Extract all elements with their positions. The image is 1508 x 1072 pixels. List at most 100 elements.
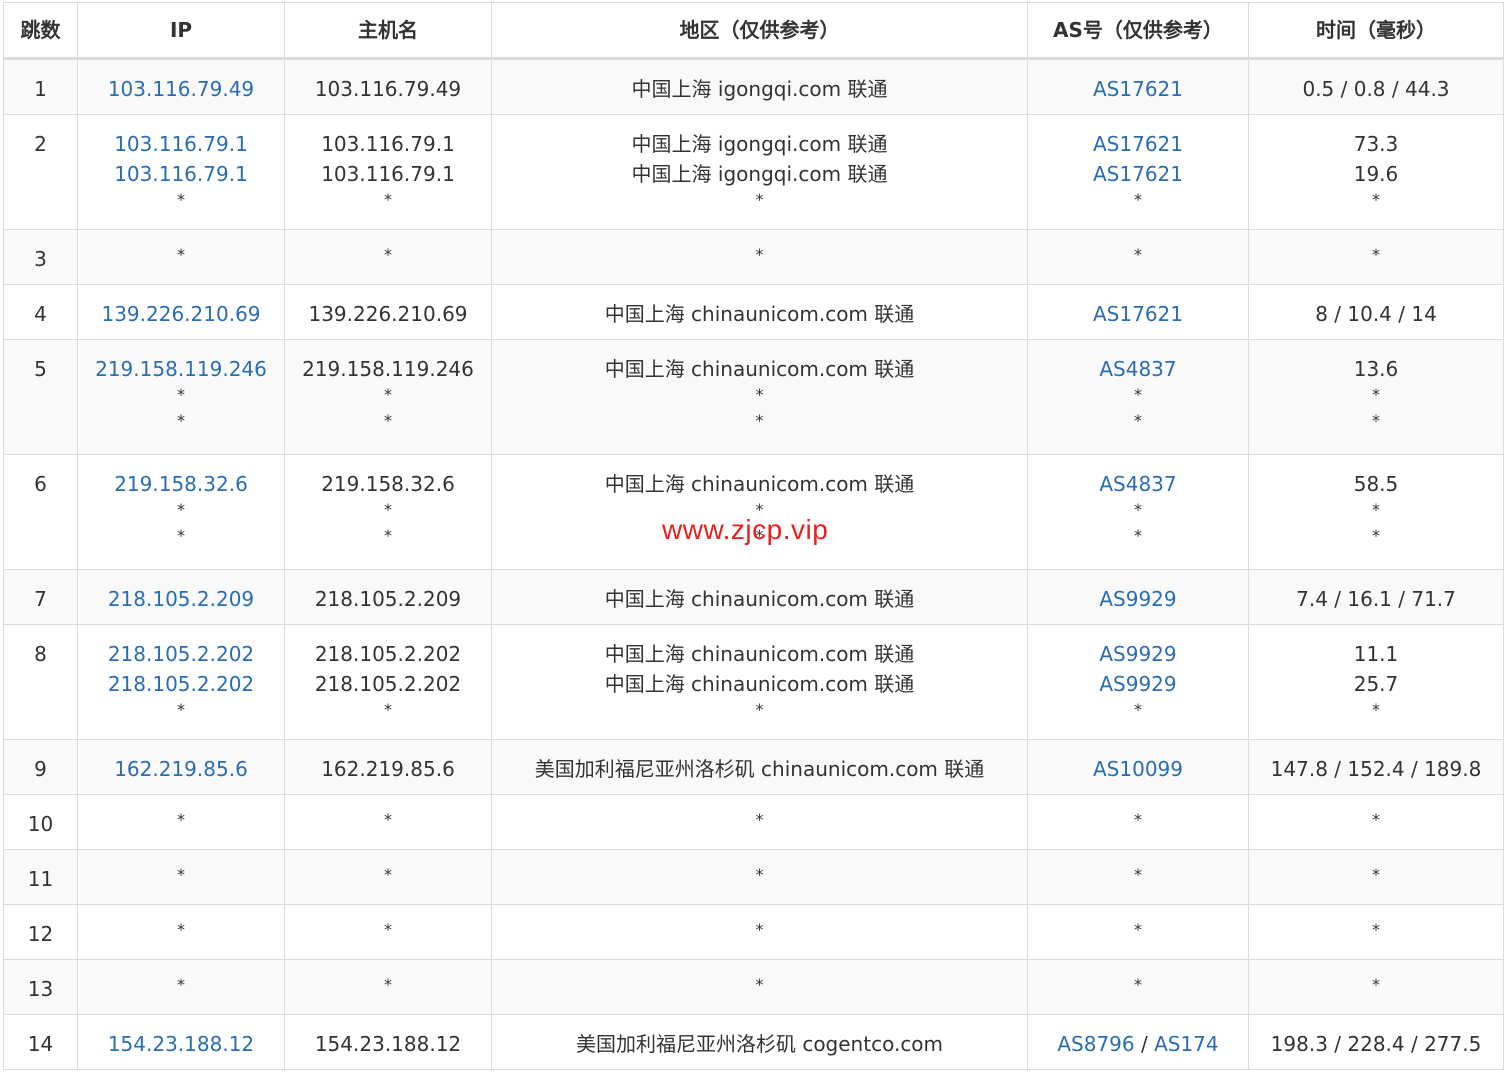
as-cell: AS17621 [1027, 284, 1249, 340]
hop-cell: 12 [3, 904, 78, 960]
time-cell: 13.6 * * [1248, 339, 1504, 455]
ip-cell: 139.226.210.69 [77, 284, 285, 340]
table-row: 8 218.105.2.202 218.105.2.202 * 218.105.2.20… [3, 624, 1504, 740]
hostname-cell: * [284, 959, 492, 1015]
as-cell: * [1027, 904, 1249, 960]
ip-link[interactable]: 154.23.188.12 [108, 1032, 254, 1056]
region-value: * [755, 245, 764, 264]
ip-line: 103.116.79.1 [79, 159, 284, 189]
time-value: * [1372, 526, 1380, 545]
region-value: * [755, 920, 764, 939]
region-cell: * [491, 794, 1028, 850]
ip-line: 103.116.79.49 [79, 74, 284, 104]
as-line: * [1029, 809, 1248, 835]
as-line: AS17621 [1029, 129, 1248, 159]
ip-value: * [177, 700, 185, 719]
ip-link[interactable]: 103.116.79.1 [114, 162, 248, 186]
region-cell: 中国上海 chinaunicom.com 联通 [491, 569, 1028, 625]
as-line: * [1029, 410, 1248, 436]
as-link[interactable]: AS10099 [1093, 757, 1183, 781]
as-line: AS4837 [1029, 469, 1248, 499]
as-link[interactable]: AS8796 [1057, 1032, 1134, 1056]
region-value: 中国上海 chinaunicom.com 联通 [604, 472, 915, 496]
ip-link[interactable]: 103.116.79.1 [114, 132, 248, 156]
time-value: * [1372, 500, 1380, 519]
ip-value: * [177, 810, 185, 829]
as-link[interactable]: AS9929 [1099, 642, 1176, 666]
hop-cell: 13 [3, 959, 78, 1015]
ip-link[interactable]: 219.158.32.6 [114, 472, 248, 496]
hop-cell: 7 [3, 569, 78, 625]
as-link[interactable]: AS4837 [1099, 357, 1176, 381]
ip-link[interactable]: 218.105.2.202 [108, 642, 254, 666]
region-value: 中国上海 chinaunicom.com 联通 [604, 672, 915, 696]
hostname-value: * [384, 500, 392, 519]
as-link[interactable]: AS4837 [1099, 472, 1176, 496]
hostname-cell: 154.23.188.12 [284, 1014, 492, 1070]
hop-number: 13 [27, 977, 54, 1001]
hostname-value: 218.105.2.202 [314, 672, 462, 696]
as-link[interactable]: AS174 [1154, 1032, 1219, 1056]
ip-link[interactable]: 103.116.79.49 [108, 77, 254, 101]
ip-value: * [177, 385, 185, 404]
hop-number: 9 [34, 757, 47, 781]
as-link[interactable]: AS9929 [1099, 672, 1176, 696]
ip-cell: 162.219.85.6 [77, 739, 285, 795]
as-link[interactable]: AS17621 [1093, 77, 1183, 101]
hop-number: 3 [34, 247, 47, 271]
as-value: * [1134, 385, 1142, 404]
ip-link[interactable]: 218.105.2.209 [108, 587, 254, 611]
hostname-cell: 219.158.119.246 * * [284, 339, 492, 455]
as-cell: AS9929 AS9929 * [1027, 624, 1249, 740]
region-cell: * [491, 849, 1028, 905]
hostname-cell: 139.226.210.69 [284, 284, 492, 340]
time-value: 11.1 [1353, 642, 1399, 666]
hostname-value: * [384, 526, 392, 545]
hop-cell: 8 [3, 624, 78, 740]
time-cell: * [1248, 229, 1504, 285]
as-line: * [1029, 919, 1248, 945]
as-link[interactable]: AS9929 [1099, 587, 1176, 611]
time-value: 198.3 / 228.4 / 277.5 [1270, 1032, 1482, 1056]
region-cell: 中国上海 chinaunicom.com 联通 中国上海 chinaunicom.… [491, 624, 1028, 740]
as-link[interactable]: AS17621 [1093, 302, 1183, 326]
as-value: * [1134, 190, 1142, 209]
ip-cell: * [77, 959, 285, 1015]
as-link[interactable]: AS17621 [1093, 132, 1183, 156]
region-value: * [755, 385, 764, 404]
time-value: 7.4 / 16.1 / 71.7 [1296, 587, 1456, 611]
ip-link[interactable]: 139.226.210.69 [101, 302, 260, 326]
table-row: 5 219.158.119.246 * * 219.158.119.246 * * 中国上海 … [3, 339, 1504, 455]
table-body: 1 103.116.79.49 103.116.79.49 中国上海 igongqi.… [3, 58, 1504, 1070]
ip-line: 219.158.119.246 [79, 354, 284, 384]
ip-line: 139.226.210.69 [79, 299, 284, 329]
ip-link[interactable]: 218.105.2.202 [108, 672, 254, 696]
ip-value: * [177, 411, 185, 430]
region-value: * [755, 190, 764, 209]
region-cell: * [491, 959, 1028, 1015]
ip-value: * [177, 975, 185, 994]
as-value: * [1134, 810, 1142, 829]
as-link[interactable]: AS17621 [1093, 162, 1183, 186]
as-cell: AS17621 AS17621 * [1027, 114, 1249, 230]
as-line: * [1029, 244, 1248, 270]
ip-link[interactable]: 219.158.119.246 [95, 357, 267, 381]
ip-line: 218.105.2.202 [79, 639, 284, 669]
table-row: 9 162.219.85.6 162.219.85.6 美国加利福尼亚州洛杉矶 chi… [3, 739, 1504, 795]
hostname-value: 103.116.79.1 [321, 162, 455, 186]
ip-link[interactable]: 162.219.85.6 [114, 757, 248, 781]
table-row: 14 154.23.188.12 154.23.188.12 美国加利福尼亚州洛杉矶 … [3, 1014, 1504, 1070]
as-cell: * [1027, 229, 1249, 285]
hop-number: 1 [34, 77, 47, 101]
hostname-value: 103.116.79.1 [321, 132, 455, 156]
as-value: * [1134, 975, 1142, 994]
as-line: * [1029, 525, 1248, 551]
hop-number: 7 [34, 587, 47, 611]
ip-line: 103.116.79.1 [79, 129, 284, 159]
table-row: 2 103.116.79.1 103.116.79.1 * 103.116.79.1 10… [3, 114, 1504, 230]
as-line: AS17621 [1029, 299, 1248, 329]
hostname-value: * [384, 920, 392, 939]
time-cell: 8 / 10.4 / 14 [1248, 284, 1504, 340]
hop-number: 14 [27, 1032, 54, 1056]
time-cell: * [1248, 849, 1504, 905]
